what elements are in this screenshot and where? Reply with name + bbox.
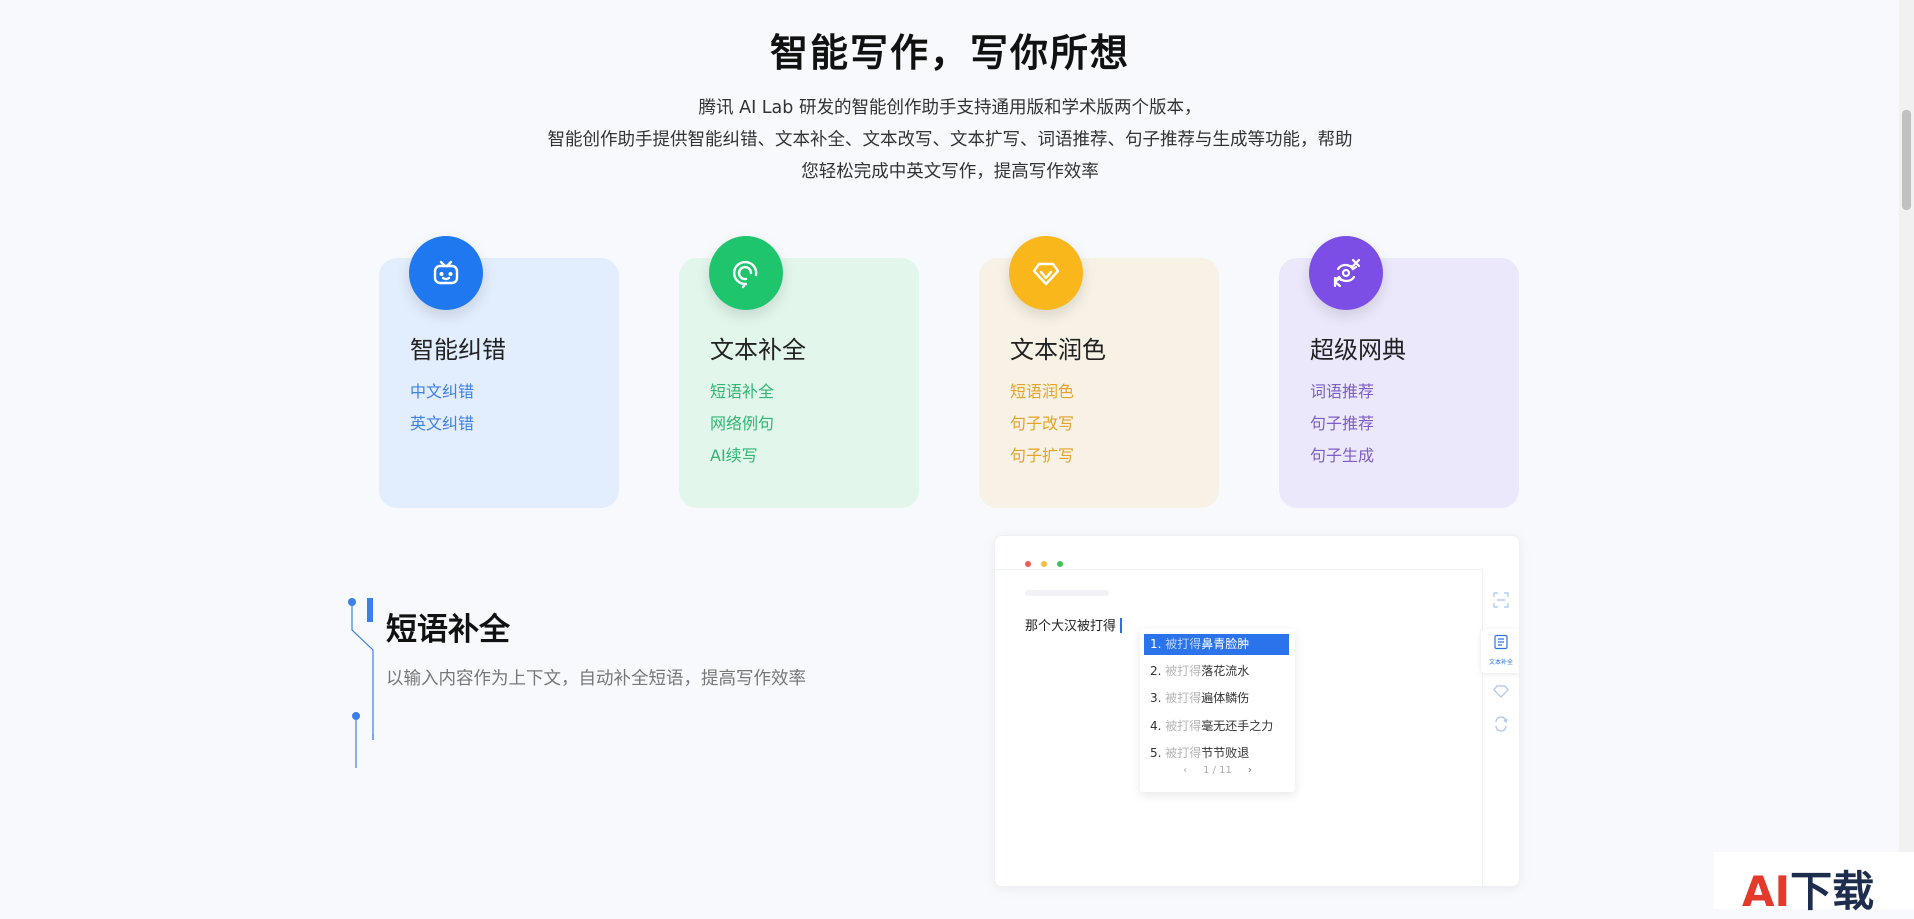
bulb-icon: [709, 236, 783, 310]
feature-card-title: 文本补全: [710, 336, 806, 364]
refresh-icon[interactable]: [1492, 715, 1510, 733]
hero-description: 腾讯 AI Lab 研发的智能创作助手支持通用版和学术版两个版本， 智能创作助手…: [0, 92, 1900, 188]
feature-card-title: 超级网典: [1310, 336, 1406, 364]
section-title: 短语补全: [386, 612, 510, 648]
feature-card-title: 智能纠错: [410, 336, 506, 364]
feature-card-title: 文本润色: [1010, 336, 1106, 364]
feature-card-polish[interactable]: 文本润色 短语润色 句子改写 句子扩写: [979, 236, 1219, 508]
suggestion-popup: 1. 被打得鼻青脸肿 2. 被打得落花流水 3. 被打得遍体鳞伤 4. 被打得毫…: [1140, 629, 1295, 792]
dictionary-icon: [1309, 236, 1383, 310]
active-tool-label: 文本补全: [1488, 659, 1513, 666]
suggestion-item[interactable]: 3. 被打得遍体鳞伤: [1144, 688, 1289, 709]
page-indicator: 1 / 11: [1203, 765, 1232, 776]
desc-line: 智能创作助手提供智能纠错、文本补全、文本改写、文本扩写、词语推荐、句子推荐与生成…: [547, 130, 1353, 150]
robot-icon: [409, 236, 483, 310]
feature-link-chinese-correction[interactable]: 中文纠错: [410, 376, 474, 408]
tool-panel: 文本补全: [1481, 569, 1519, 886]
scan-icon[interactable]: [1492, 591, 1510, 609]
next-page-icon[interactable]: ›: [1248, 765, 1252, 776]
feature-link-phrase-polish[interactable]: 短语润色: [1010, 376, 1074, 408]
feature-link-word-recommend[interactable]: 词语推荐: [1310, 376, 1374, 408]
close-dot: [1025, 561, 1031, 567]
timeline-decoration: [348, 598, 374, 768]
scrollbar-thumb[interactable]: [1902, 110, 1911, 210]
placeholder-bar: [1025, 590, 1109, 596]
feature-link-sentence-recommend[interactable]: 句子推荐: [1310, 408, 1374, 440]
header-divider: [995, 569, 1483, 570]
suggestion-item[interactable]: 2. 被打得落花流水: [1144, 661, 1289, 682]
watermark-text: AI下载: [1742, 867, 1875, 916]
feature-link-sentence-expand[interactable]: 句子扩写: [1010, 440, 1074, 472]
section-description: 以输入内容作为上下文，自动补全短语，提高写作效率: [386, 669, 806, 689]
desc-line: 腾讯 AI Lab 研发的智能创作助手支持通用版和学术版两个版本，: [698, 98, 1202, 118]
feature-card-completion[interactable]: 文本补全 短语补全 网络例句 AI续写: [679, 236, 919, 508]
watermark-logo: AI下载: [1714, 852, 1914, 916]
diamond-icon: [1009, 236, 1083, 310]
editor-text[interactable]: 那个大汉被打得: [1025, 615, 1123, 634]
desc-line: 您轻松完成中英文写作，提高写作效率: [801, 162, 1099, 182]
page-title: 智能写作，写你所想: [769, 31, 1130, 75]
text-cursor: [1120, 618, 1123, 633]
suggestion-pager: ‹ 1 / 11 ›: [1140, 765, 1295, 776]
feature-link-ai-continue[interactable]: AI续写: [710, 440, 774, 472]
suggestion-item[interactable]: 4. 被打得毫无还手之力: [1144, 716, 1289, 737]
diamond-icon[interactable]: [1492, 682, 1510, 700]
prev-page-icon[interactable]: ‹: [1183, 765, 1187, 776]
demo-editor-window: 那个大汉被打得 1. 被打得鼻青脸肿 2. 被打得落花流水 3. 被打得遍体鳞伤…: [994, 535, 1520, 887]
maximize-dot: [1057, 561, 1064, 567]
minimize-dot: [1041, 561, 1048, 567]
suggestion-item[interactable]: 5. 被打得节节败退: [1144, 743, 1289, 764]
feature-card-dictionary[interactable]: 超级网典 词语推荐 句子推荐 句子生成: [1279, 236, 1519, 508]
feature-card-correction[interactable]: 智能纠错 中文纠错 英文纠错: [379, 236, 619, 508]
document-icon[interactable]: [1492, 633, 1510, 651]
feature-link-sentence-generate[interactable]: 句子生成: [1310, 440, 1374, 472]
feature-link-web-examples[interactable]: 网络例句: [710, 408, 774, 440]
typed-text: 那个大汉被打得: [1025, 619, 1117, 634]
suggestion-item[interactable]: 1. 被打得鼻青脸肿: [1144, 634, 1289, 655]
feature-link-english-correction[interactable]: 英文纠错: [410, 408, 474, 440]
feature-link-phrase-completion[interactable]: 短语补全: [710, 376, 774, 408]
feature-link-sentence-rewrite[interactable]: 句子改写: [1010, 408, 1074, 440]
